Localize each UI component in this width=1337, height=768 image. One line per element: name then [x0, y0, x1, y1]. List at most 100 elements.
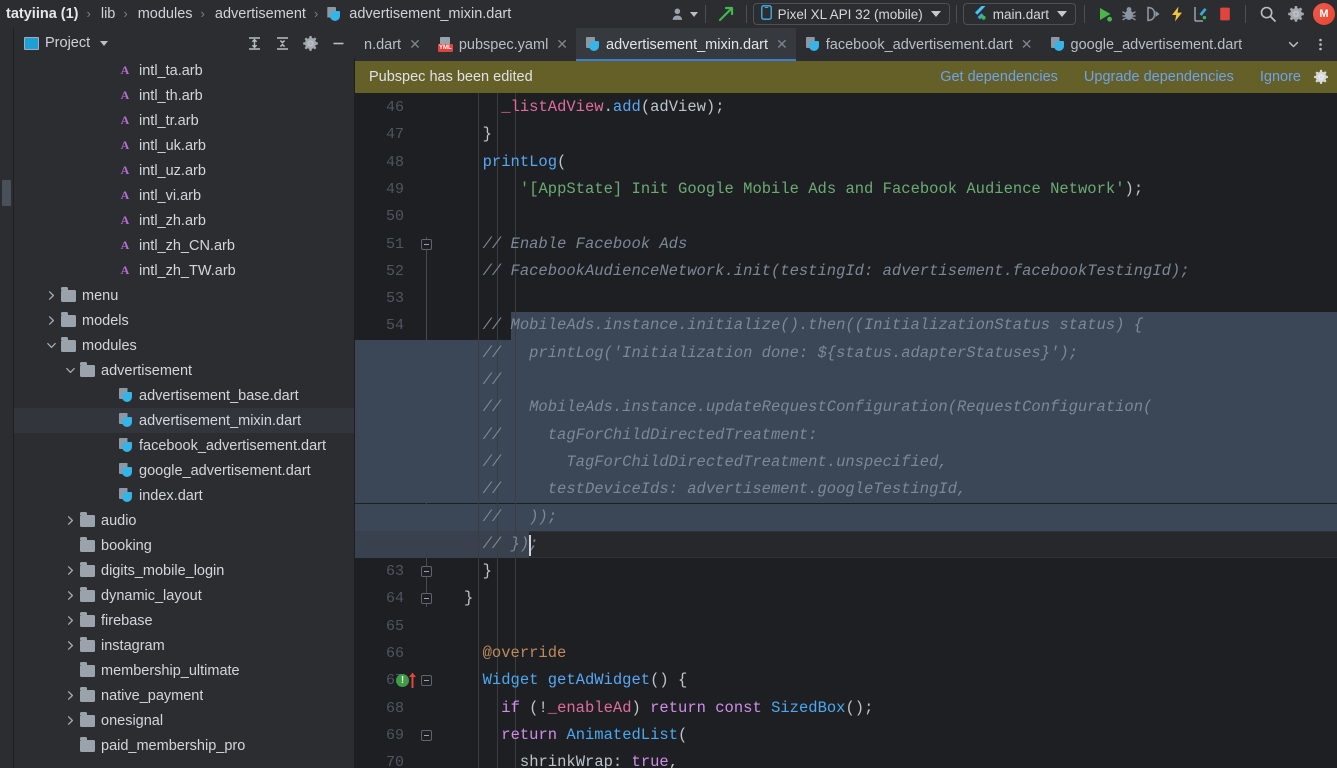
- gear-icon[interactable]: [1283, 3, 1309, 25]
- tree-file-row[interactable]: google_advertisement.dart: [14, 458, 354, 483]
- fold-toggle-icon[interactable]: [421, 675, 432, 686]
- breadcrumb-item-4[interactable]: advertisement_mixin.dart: [324, 0, 513, 28]
- chevron-right-icon[interactable]: [62, 608, 78, 633]
- fold-toggle-icon[interactable]: [421, 593, 432, 604]
- tree-folder-row[interactable]: models: [14, 308, 354, 333]
- tree-file-row[interactable]: Aintl_th.arb: [14, 83, 354, 108]
- editor-tab[interactable]: google_advertisement.dart: [1041, 28, 1251, 61]
- device-selector[interactable]: Pixel XL API 32 (mobile): [753, 3, 950, 25]
- stripe-marker[interactable]: [2, 180, 11, 206]
- get-dependencies-link[interactable]: Get dependencies: [940, 69, 1058, 85]
- tree-folder-row[interactable]: audio: [14, 508, 354, 533]
- tree-item-icon: [78, 690, 96, 702]
- tree-file-row[interactable]: Aintl_uz.arb: [14, 158, 354, 183]
- tree-folder-row[interactable]: advertisement: [14, 358, 354, 383]
- code-line: return AnimatedList(: [501, 722, 687, 749]
- chevron-right-icon[interactable]: [43, 283, 59, 308]
- chevron-down-icon[interactable]: [1281, 38, 1306, 51]
- override-arrow-icon[interactable]: [408, 672, 417, 694]
- fold-toggle-icon[interactable]: [421, 566, 432, 577]
- editor-tab[interactable]: YMLpubspec.yaml✕: [429, 28, 576, 61]
- breadcrumb-item-2[interactable]: modules: [134, 0, 195, 28]
- chevron-right-icon[interactable]: [62, 508, 78, 533]
- panel-settings-button[interactable]: [299, 32, 321, 54]
- chevron-down-icon[interactable]: [62, 358, 78, 383]
- flutter-inspector-button[interactable]: [1190, 3, 1212, 25]
- hide-panel-button[interactable]: [327, 32, 349, 54]
- user-profile-icon[interactable]: [671, 3, 698, 25]
- code-line: // ));: [483, 504, 557, 531]
- tree-file-row[interactable]: advertisement_mixin.dart: [14, 408, 354, 433]
- upgrade-dependencies-link[interactable]: Upgrade dependencies: [1084, 69, 1234, 85]
- tree-item-icon: A: [116, 113, 134, 128]
- run-configuration-selector[interactable]: main.dart: [963, 3, 1076, 25]
- tree-folder-row[interactable]: instagram: [14, 633, 354, 658]
- tree-file-row[interactable]: index.dart: [14, 483, 354, 508]
- tree-folder-row[interactable]: modules: [14, 333, 354, 358]
- tree-folder-row[interactable]: booking: [14, 533, 354, 558]
- stop-button[interactable]: [1214, 3, 1236, 25]
- notification-settings-gear-icon[interactable]: [1313, 69, 1329, 85]
- tool-window-stripe: [0, 28, 14, 768]
- tree-folder-row[interactable]: onesignal: [14, 708, 354, 733]
- tree-folder-row[interactable]: menu: [14, 283, 354, 308]
- tree-folder-row[interactable]: native_payment: [14, 683, 354, 708]
- chevron-right-icon[interactable]: [62, 558, 78, 583]
- chevron-right-icon[interactable]: [62, 683, 78, 708]
- fold-toggle-icon[interactable]: [421, 239, 432, 250]
- tree-file-row[interactable]: Aintl_tr.arb: [14, 108, 354, 133]
- chevron-down-icon[interactable]: [43, 333, 59, 358]
- breadcrumb-item-0[interactable]: tatyiina (1): [2, 0, 81, 28]
- tree-file-row[interactable]: Aintl_ta.arb: [14, 58, 354, 83]
- vcs-update-arrow-icon[interactable]: [713, 3, 739, 25]
- tree-file-row[interactable]: facebook_advertisement.dart: [14, 433, 354, 458]
- breadcrumb-item-3[interactable]: advertisement: [211, 0, 308, 28]
- tree-file-row[interactable]: Aintl_vi.arb: [14, 183, 354, 208]
- tree-file-row[interactable]: advertisement_base.dart: [14, 383, 354, 408]
- chevron-right-icon[interactable]: [43, 308, 59, 333]
- editor-tab[interactable]: advertisement_mixin.dart✕: [576, 28, 796, 61]
- editor-tab[interactable]: facebook_advertisement.dart✕: [796, 28, 1041, 61]
- close-icon[interactable]: ✕: [409, 36, 421, 53]
- chevron-down-icon[interactable]: [100, 41, 108, 46]
- tree-folder-row[interactable]: digits_mobile_login: [14, 558, 354, 583]
- breadcrumb-item-1[interactable]: lib: [97, 0, 118, 28]
- expand-all-button[interactable]: [243, 32, 265, 54]
- tree-folder-row[interactable]: dynamic_layout: [14, 583, 354, 608]
- chevron-right-icon[interactable]: [62, 633, 78, 658]
- more-vertical-icon[interactable]: [1308, 37, 1333, 52]
- code-text-area[interactable]: _listAdView.add(adView);}printLog('[AppS…: [440, 93, 1337, 768]
- tree-folder-row[interactable]: paid_membership_pro: [14, 733, 354, 758]
- close-icon[interactable]: ✕: [556, 36, 568, 53]
- code-token: // ));: [483, 508, 557, 526]
- run-coverage-button[interactable]: [1142, 3, 1164, 25]
- code-editor[interactable]: 4647484950515253545556575859606162636465…: [355, 93, 1337, 768]
- hot-reload-button[interactable]: [1166, 3, 1188, 25]
- tree-folder-row[interactable]: membership_ultimate: [14, 658, 354, 683]
- avatar[interactable]: M: [1313, 3, 1335, 25]
- editor-tab[interactable]: n.dart✕: [355, 28, 429, 61]
- project-tree[interactable]: Aintl_ta.arbAintl_th.arbAintl_tr.arbAint…: [14, 58, 355, 768]
- ignore-link[interactable]: Ignore: [1260, 69, 1301, 85]
- line-number: 65: [355, 613, 440, 640]
- collapse-all-button[interactable]: [271, 32, 293, 54]
- tree-file-row[interactable]: Aintl_uk.arb: [14, 133, 354, 158]
- tree-folder-row[interactable]: firebase: [14, 608, 354, 633]
- close-icon[interactable]: ✕: [776, 36, 788, 53]
- run-button[interactable]: [1094, 3, 1116, 25]
- text-selection: [355, 367, 1337, 394]
- tree-file-row[interactable]: Aintl_zh.arb: [14, 208, 354, 233]
- chevron-right-icon[interactable]: [62, 708, 78, 733]
- fold-toggle-icon[interactable]: [421, 730, 432, 741]
- debug-button[interactable]: [1118, 3, 1140, 25]
- search-icon[interactable]: [1255, 3, 1281, 25]
- tree-item-label: index.dart: [139, 488, 203, 504]
- close-icon[interactable]: ✕: [1021, 36, 1033, 53]
- tree-file-row[interactable]: Aintl_zh_CN.arb: [14, 233, 354, 258]
- editor-tabs[interactable]: n.dart✕YMLpubspec.yaml✕advertisement_mix…: [355, 28, 1337, 61]
- chevron-right-icon[interactable]: [62, 583, 78, 608]
- tree-file-row[interactable]: Aintl_zh_TW.arb: [14, 258, 354, 283]
- code-line: }: [483, 558, 492, 585]
- notification-bar: Pubspec has been edited Get dependencies…: [355, 61, 1337, 93]
- code-token: return: [650, 699, 706, 717]
